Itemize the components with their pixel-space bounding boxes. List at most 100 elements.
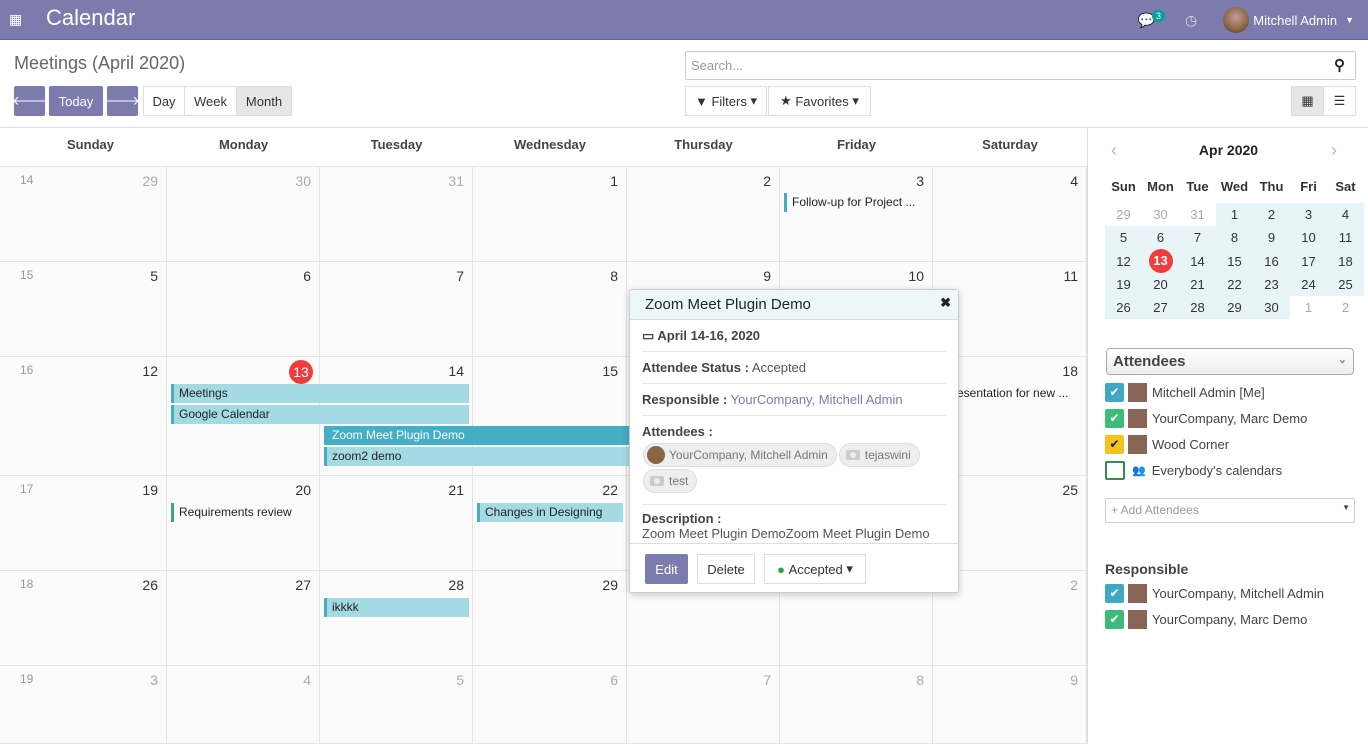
filter-item[interactable]: ✔ Mitchell Admin [Me] bbox=[1105, 379, 1355, 405]
day-cell[interactable]: 19 3 bbox=[0, 666, 167, 744]
day-cell[interactable]: 27 bbox=[167, 571, 320, 666]
filter-item[interactable]: ✔ YourCompany, Marc Demo bbox=[1105, 606, 1355, 632]
mini-day[interactable]: 7 bbox=[1179, 226, 1216, 249]
mini-day[interactable]: 29 bbox=[1105, 203, 1142, 226]
day-cell[interactable]: 9 bbox=[933, 666, 1087, 744]
day-cell[interactable]: 1 bbox=[473, 166, 627, 262]
mini-day[interactable]: 17 bbox=[1290, 249, 1327, 273]
mini-day[interactable]: 25 bbox=[1327, 273, 1364, 296]
day-cell[interactable]: 7 bbox=[627, 666, 780, 744]
mini-day[interactable]: 16 bbox=[1253, 249, 1290, 273]
delete-button[interactable]: Delete bbox=[697, 554, 755, 584]
mini-day[interactable]: 24 bbox=[1290, 273, 1327, 296]
responsible-link[interactable]: YourCompany, Mitchell Admin bbox=[731, 392, 903, 407]
mini-day[interactable]: 29 bbox=[1216, 296, 1253, 319]
mini-day[interactable]: 20 bbox=[1142, 273, 1179, 296]
checkbox[interactable]: ✔ bbox=[1105, 408, 1124, 428]
mini-day[interactable]: 30 bbox=[1253, 296, 1290, 319]
mini-day[interactable]: 30 bbox=[1142, 203, 1179, 226]
day-cell[interactable]: 16 12 bbox=[0, 357, 167, 476]
mini-day[interactable]: 31 bbox=[1179, 203, 1216, 226]
favorites-button[interactable]: ★ Favorites ▾ bbox=[768, 86, 871, 116]
checkbox[interactable]: ✔ bbox=[1105, 609, 1124, 629]
day-button[interactable]: Day bbox=[143, 86, 185, 116]
calendar-event[interactable]: Requirements review bbox=[171, 503, 316, 522]
calendar-event[interactable]: ikkkk bbox=[324, 598, 469, 617]
mini-day[interactable]: 5 bbox=[1105, 226, 1142, 249]
calendar-event[interactable]: Changes in Designing bbox=[477, 503, 623, 522]
activity-clock-icon[interactable]: ◷ bbox=[1185, 12, 1197, 29]
day-cell[interactable]: 3 bbox=[780, 166, 933, 262]
search-icon[interactable]: ⚲ bbox=[1334, 56, 1345, 74]
week-button[interactable]: Week bbox=[184, 86, 237, 116]
mini-day[interactable]: 12 bbox=[1105, 249, 1142, 273]
user-menu[interactable]: Mitchell Admin bbox=[1253, 13, 1337, 28]
day-cell[interactable]: 6 bbox=[167, 262, 320, 357]
prev-button[interactable]: 🡐 bbox=[12, 86, 47, 116]
filter-item[interactable]: ✔ Wood Corner bbox=[1105, 431, 1355, 457]
close-icon[interactable]: ✖ bbox=[940, 295, 951, 311]
apps-grid-icon[interactable]: ▦ bbox=[9, 11, 22, 28]
mini-day[interactable]: 28 bbox=[1179, 296, 1216, 319]
avatar[interactable] bbox=[1223, 7, 1250, 33]
day-cell[interactable]: 2 bbox=[627, 166, 780, 262]
month-button[interactable]: Month bbox=[236, 86, 292, 116]
next-button[interactable]: 🡒 bbox=[105, 86, 140, 116]
day-cell[interactable]: 30 bbox=[167, 166, 320, 262]
filters-button[interactable]: ▼ Filters ▾ bbox=[685, 86, 767, 116]
day-cell[interactable]: 21 bbox=[320, 476, 473, 571]
day-cell[interactable]: 31 bbox=[320, 166, 473, 262]
day-cell[interactable]: 17 19 bbox=[0, 476, 167, 571]
day-cell[interactable]: 15 5 bbox=[0, 262, 167, 357]
filter-item[interactable]: 👥 Everybody's calendars bbox=[1105, 457, 1355, 483]
day-cell[interactable]: 6 bbox=[473, 666, 627, 744]
mini-day[interactable]: 3 bbox=[1290, 203, 1327, 226]
mini-day[interactable]: 26 bbox=[1105, 296, 1142, 319]
attendee-chip[interactable]: tejaswini bbox=[838, 443, 920, 467]
day-cell[interactable]: 22 bbox=[473, 476, 627, 571]
mini-day[interactable]: 15 bbox=[1216, 249, 1253, 273]
mini-day[interactable]: 8 bbox=[1216, 226, 1253, 249]
mini-day[interactable]: 14 bbox=[1179, 249, 1216, 273]
mini-day[interactable]: 10 bbox=[1290, 226, 1327, 249]
calendar-event[interactable]: Follow-up for Project ... bbox=[784, 193, 929, 212]
next-month-icon[interactable]: › bbox=[1331, 140, 1337, 161]
checkbox[interactable]: ✔ bbox=[1105, 583, 1124, 603]
attendee-chip[interactable]: test bbox=[643, 469, 698, 493]
mini-day[interactable]: 13 bbox=[1142, 249, 1179, 273]
mini-day[interactable]: 19 bbox=[1105, 273, 1142, 296]
mini-day[interactable]: 22 bbox=[1216, 273, 1253, 296]
checkbox[interactable] bbox=[1105, 460, 1125, 480]
add-attendees-input[interactable]: + Add Attendees ▼ bbox=[1105, 498, 1355, 523]
list-view-button[interactable]: ☰ bbox=[1323, 86, 1356, 116]
filter-item[interactable]: ✔ YourCompany, Mitchell Admin bbox=[1105, 580, 1355, 606]
mini-day[interactable]: 27 bbox=[1142, 296, 1179, 319]
calendar-event[interactable]: Google Calendar bbox=[171, 405, 469, 424]
edit-button[interactable]: Edit bbox=[645, 554, 688, 584]
mini-day[interactable]: 11 bbox=[1327, 226, 1364, 249]
checkbox[interactable]: ✔ bbox=[1105, 382, 1124, 402]
mini-day[interactable]: 2 bbox=[1327, 296, 1364, 319]
day-cell[interactable]: 4 bbox=[933, 166, 1087, 262]
attendance-dropdown[interactable]: ● Accepted ▾ bbox=[764, 554, 866, 584]
attendee-chip[interactable]: YourCompany, Mitchell Admin bbox=[643, 443, 837, 467]
day-cell[interactable]: 4 bbox=[167, 666, 320, 744]
mini-day[interactable]: 1 bbox=[1216, 203, 1253, 226]
day-cell[interactable]: 20 bbox=[167, 476, 320, 571]
day-cell[interactable]: 5 bbox=[320, 666, 473, 744]
mini-day[interactable]: 2 bbox=[1253, 203, 1290, 226]
mini-day[interactable]: 23 bbox=[1253, 273, 1290, 296]
day-cell[interactable]: 29 bbox=[473, 571, 627, 666]
day-cell[interactable]: 18 26 bbox=[0, 571, 167, 666]
day-cell[interactable]: 7 bbox=[320, 262, 473, 357]
mini-day[interactable]: 6 bbox=[1142, 226, 1179, 249]
day-cell[interactable]: 14 29 bbox=[0, 166, 167, 262]
today-button[interactable]: Today bbox=[49, 86, 103, 116]
checkbox[interactable]: ✔ bbox=[1105, 434, 1124, 454]
mini-day[interactable]: 4 bbox=[1327, 203, 1364, 226]
day-cell[interactable]: 8 bbox=[780, 666, 933, 744]
day-cell[interactable]: 8 bbox=[473, 262, 627, 357]
mini-day[interactable]: 1 bbox=[1290, 296, 1327, 319]
attendees-dropdown[interactable]: Attendees ⌄ bbox=[1106, 348, 1354, 375]
calendar-view-button[interactable]: ▦ bbox=[1291, 86, 1324, 116]
